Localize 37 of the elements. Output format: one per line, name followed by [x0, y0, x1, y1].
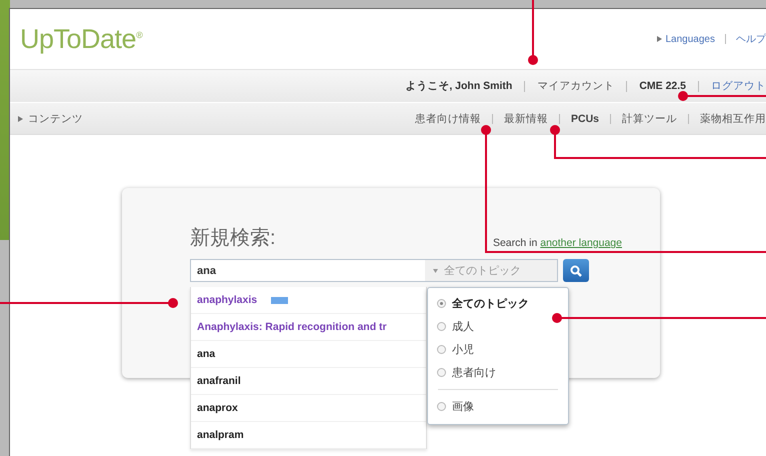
topic-option[interactable]: 全てのトピック: [428, 292, 568, 315]
nav-tab[interactable]: 患者向け情報: [414, 112, 481, 126]
caret-icon: [656, 36, 662, 42]
radio-button[interactable]: [437, 368, 446, 377]
account-link[interactable]: マイアカウント: [537, 79, 614, 93]
nav-link[interactable]: ヘルプ: [736, 32, 766, 46]
suggestion-item[interactable]: anafranil: [191, 368, 426, 395]
caret-icon: [18, 116, 23, 122]
nav-tab[interactable]: PCUs: [570, 112, 599, 124]
language-text: Search in another language: [492, 237, 622, 251]
user-info: ようこそ, John Smith: [405, 79, 512, 93]
topic-option[interactable]: 小児: [428, 338, 568, 361]
topic-option[interactable]: 成人: [428, 315, 568, 338]
suggestion-item[interactable]: analpram: [191, 422, 426, 449]
radio-button[interactable]: [437, 402, 446, 411]
logout-link[interactable]: ログアウト: [711, 79, 766, 93]
nav-link[interactable]: Languages: [656, 34, 715, 44]
radio-button[interactable]: [437, 299, 446, 308]
suggestion-item[interactable]: Anaphylaxis: Rapid recognition and tr: [191, 314, 426, 341]
radio-button[interactable]: [437, 345, 446, 354]
language-link[interactable]: another language: [540, 237, 622, 249]
search-title: 新規検索:: [190, 226, 276, 251]
topic-option[interactable]: 患者向け: [428, 361, 568, 384]
callout-line: [528, 0, 538, 65]
suggestion-item[interactable]: anaphylaxis: [191, 287, 426, 314]
search-button[interactable]: [563, 259, 589, 282]
nav-tab[interactable]: 最新情報: [504, 112, 548, 126]
logo: UpToDate$^{®}$: [20, 24, 142, 54]
contents-menu[interactable]: コンテンツ: [18, 112, 83, 126]
radio-button[interactable]: [437, 322, 446, 331]
user-info: CME 22.5: [639, 80, 686, 92]
suggestion-item[interactable]: ana: [191, 341, 426, 368]
nav-tab[interactable]: 薬物相互作用: [700, 112, 766, 126]
nav-tab[interactable]: 計算ツール: [622, 112, 677, 126]
topic-option[interactable]: 画像: [428, 395, 568, 418]
search-icon: [570, 264, 582, 276]
suggestion-item[interactable]: anaprox: [191, 395, 426, 422]
